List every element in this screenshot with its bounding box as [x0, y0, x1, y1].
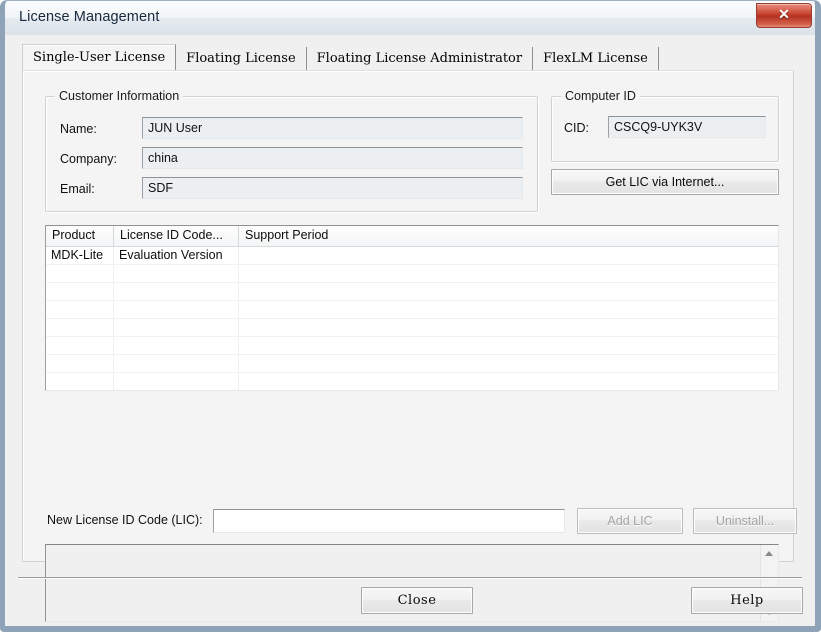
- cell-product: [46, 283, 114, 300]
- column-header-support-period[interactable]: Support Period: [239, 226, 776, 246]
- cell-support-period: [239, 337, 776, 354]
- tab-single-user-license[interactable]: Single-User License: [22, 44, 177, 71]
- cid-label: CID:: [564, 121, 589, 135]
- computer-id-group: Computer ID CID: CSCQ9-UYK3V: [551, 89, 779, 162]
- close-icon: ✕: [778, 6, 790, 22]
- computer-id-title: Computer ID: [561, 89, 640, 103]
- cell-support-period: [239, 247, 776, 264]
- cell-product: [46, 373, 114, 390]
- scroll-up-button[interactable]: [761, 545, 778, 562]
- cell-support-period: [239, 373, 776, 390]
- email-field[interactable]: SDF: [142, 177, 523, 199]
- cell-license-id-code: Evaluation Version: [114, 247, 239, 264]
- name-field[interactable]: JUN User: [142, 117, 523, 139]
- company-label: Company:: [60, 152, 117, 166]
- uninstall-button[interactable]: Uninstall...: [693, 508, 797, 534]
- cell-support-period: [239, 283, 776, 300]
- tab-strip: Single-User License Floating License Flo…: [22, 44, 794, 71]
- cell-license-id-code: [114, 319, 239, 336]
- cell-product: [46, 337, 114, 354]
- cell-product: [46, 265, 114, 282]
- customer-information-group: Customer Information Name: JUN User Comp…: [45, 89, 538, 212]
- column-header-product[interactable]: Product: [46, 226, 114, 246]
- cid-field[interactable]: CSCQ9-UYK3V: [608, 116, 766, 138]
- table-row[interactable]: MDK-Lite Evaluation Version: [46, 247, 778, 265]
- customer-information-title: Customer Information: [55, 89, 184, 103]
- cell-product: [46, 355, 114, 372]
- email-label: Email:: [60, 182, 95, 196]
- cell-license-id-code: [114, 265, 239, 282]
- tab-floating-license[interactable]: Floating License: [176, 47, 307, 71]
- cell-license-id-code: [114, 301, 239, 318]
- cell-support-period: [239, 355, 776, 372]
- license-table[interactable]: Product License ID Code... Support Perio…: [45, 225, 779, 391]
- add-lic-button[interactable]: Add LIC: [577, 508, 683, 534]
- table-row-empty[interactable]: [46, 373, 778, 390]
- tab-control: Single-User License Floating License Flo…: [22, 44, 797, 622]
- cell-license-id-code: [114, 355, 239, 372]
- table-row-empty[interactable]: [46, 355, 778, 373]
- cell-support-period: [239, 301, 776, 318]
- window-title: License Management: [19, 9, 160, 25]
- chevron-up-icon: [765, 551, 773, 556]
- new-license-id-code-label: New License ID Code (LIC):: [47, 513, 203, 527]
- license-table-body: MDK-Lite Evaluation Version: [46, 247, 778, 390]
- company-field[interactable]: china: [142, 147, 523, 169]
- footer-separator-highlight: [18, 578, 802, 579]
- cell-license-id-code: [114, 283, 239, 300]
- cell-license-id-code: [114, 373, 239, 390]
- close-button[interactable]: Close: [361, 587, 473, 614]
- table-row-empty[interactable]: [46, 301, 778, 319]
- new-license-id-code-input[interactable]: [213, 509, 565, 533]
- table-row-empty[interactable]: [46, 265, 778, 283]
- license-table-header: Product License ID Code... Support Perio…: [46, 226, 778, 247]
- close-window-button[interactable]: ✕: [756, 3, 812, 28]
- name-label: Name:: [60, 122, 97, 136]
- cell-support-period: [239, 265, 776, 282]
- window-frame-inner: License Management ✕ Single-User License…: [5, 1, 815, 626]
- tab-page-single-user-license: Customer Information Name: JUN User Comp…: [22, 70, 797, 622]
- table-row-empty[interactable]: [46, 337, 778, 355]
- column-header-license-id-code[interactable]: License ID Code...: [114, 226, 239, 246]
- table-row-empty[interactable]: [46, 319, 778, 337]
- tab-flexlm-license[interactable]: FlexLM License: [533, 47, 659, 71]
- dialog-client-area: Single-User License Floating License Flo…: [10, 35, 810, 622]
- get-lic-via-internet-button[interactable]: Get LIC via Internet...: [551, 169, 779, 195]
- table-row-empty[interactable]: [46, 283, 778, 301]
- cell-product: [46, 301, 114, 318]
- cell-support-period: [239, 319, 776, 336]
- help-button[interactable]: Help: [691, 587, 803, 614]
- cell-product: MDK-Lite: [46, 247, 114, 264]
- tab-floating-license-administrator[interactable]: Floating License Administrator: [306, 47, 534, 71]
- cell-license-id-code: [114, 337, 239, 354]
- license-management-window: License Management ✕ Single-User License…: [0, 0, 821, 632]
- cell-product: [46, 319, 114, 336]
- title-bar[interactable]: License Management ✕: [5, 1, 815, 35]
